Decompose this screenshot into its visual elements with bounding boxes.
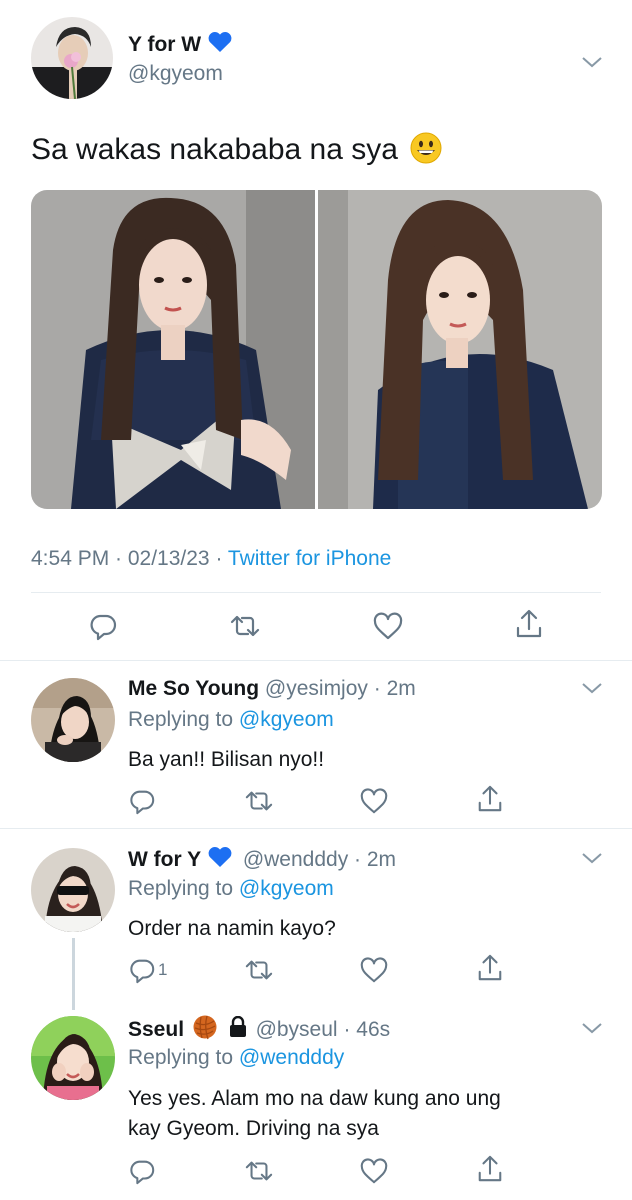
relative-time: · 46s	[343, 1018, 391, 1042]
divider	[0, 660, 632, 661]
like-button[interactable]	[372, 611, 406, 641]
display-name[interactable]: Sseul	[128, 1018, 184, 1041]
share-button[interactable]	[476, 1154, 510, 1184]
reply-text-line: kay Gyeom. Driving na sya	[128, 1117, 379, 1140]
tweet-source-link[interactable]: Twitter for iPhone	[228, 547, 391, 570]
share-icon	[478, 785, 502, 812]
tweet-photo-left[interactable]	[31, 190, 315, 509]
share-icon	[478, 954, 502, 981]
divider	[0, 828, 632, 829]
reply-icon	[90, 614, 117, 641]
retweet-button[interactable]	[228, 611, 262, 641]
author-name-row: Y for W	[128, 30, 233, 61]
blue-heart-icon	[207, 30, 233, 61]
thread-line	[72, 938, 75, 1010]
reply-count: 1	[158, 960, 168, 979]
replying-to-link[interactable]: @wendddy	[239, 1046, 344, 1069]
handle[interactable]: @yesimjoy	[265, 677, 368, 700]
like-button[interactable]	[359, 786, 393, 816]
tweet-text: Sa wakas nakababa na sya	[31, 131, 442, 174]
replying-to: Replying to @kgyeom	[128, 877, 334, 900]
avatar[interactable]	[31, 17, 113, 99]
display-name[interactable]: W for Y	[128, 848, 201, 871]
handle[interactable]: @wendddy	[243, 848, 348, 871]
grinning-face-icon	[410, 132, 442, 174]
avatar[interactable]	[31, 848, 115, 932]
reply-button[interactable]	[128, 1156, 162, 1186]
author-row: Sseul @byseul · 46s	[128, 1014, 390, 1047]
blue-heart-icon	[207, 845, 233, 876]
like-icon	[360, 957, 388, 983]
reply-icon	[130, 790, 155, 815]
chevron-down-icon[interactable]	[581, 851, 603, 865]
replying-to-link[interactable]: @kgyeom	[239, 877, 334, 900]
reply-icon	[130, 959, 155, 984]
replying-to-link[interactable]: @kgyeom	[239, 708, 334, 731]
author-row: W for Y @wendddy · 2m	[128, 845, 396, 876]
reply-icon	[130, 1160, 155, 1185]
replying-to: Replying to @wendddy	[128, 1046, 345, 1069]
share-icon	[478, 1155, 502, 1182]
like-icon	[360, 1158, 388, 1184]
relative-time: · 2m	[354, 848, 397, 872]
handle[interactable]: @byseul	[256, 1018, 338, 1041]
avatar[interactable]	[31, 678, 115, 762]
retweet-icon	[230, 615, 260, 637]
share-button[interactable]	[476, 784, 510, 814]
chevron-down-icon[interactable]	[581, 55, 603, 69]
tweet-timestamp: 4:54 PM · 02/13/23 · Twitter for iPhone	[31, 547, 392, 570]
reply-text: Yes yes. Alam mo na daw kung ano ung kay…	[128, 1084, 501, 1144]
display-name[interactable]: Me So Young	[128, 677, 259, 700]
reply-button[interactable]	[88, 611, 122, 641]
handle[interactable]: @kgyeom	[128, 61, 223, 87]
like-icon	[360, 788, 388, 814]
replying-to: Replying to @kgyeom	[128, 708, 334, 731]
share-button[interactable]	[476, 953, 510, 983]
share-button[interactable]	[514, 609, 548, 639]
relative-time: · 2m	[373, 677, 416, 700]
retweet-icon	[245, 960, 273, 980]
reply-text-line: Yes yes. Alam mo na daw kung ano ung	[128, 1087, 501, 1110]
share-icon	[516, 609, 542, 638]
retweet-button[interactable]	[243, 1156, 277, 1186]
retweet-button[interactable]	[243, 955, 277, 985]
divider	[31, 592, 601, 593]
tweet-photo-right[interactable]	[318, 190, 602, 509]
reply-button[interactable]	[128, 786, 162, 816]
author-row: Me So Young @yesimjoy · 2m	[128, 676, 416, 702]
yarn-ball-icon	[192, 1014, 218, 1047]
reply-text: Ba yan!! Bilisan nyo!!	[128, 748, 325, 771]
display-name[interactable]: Y for W	[128, 33, 201, 56]
retweet-icon	[245, 791, 273, 811]
avatar[interactable]	[31, 1016, 115, 1100]
like-button[interactable]	[359, 955, 393, 985]
retweet-icon	[245, 1161, 273, 1181]
retweet-button[interactable]	[243, 786, 277, 816]
reply-text: Order na namin kayo?	[128, 917, 336, 940]
reply-button[interactable]: 1	[128, 955, 188, 985]
lock-icon	[228, 1015, 248, 1045]
like-button[interactable]	[359, 1156, 393, 1186]
chevron-down-icon[interactable]	[581, 1021, 603, 1035]
like-icon	[373, 612, 403, 640]
chevron-down-icon[interactable]	[581, 681, 603, 695]
